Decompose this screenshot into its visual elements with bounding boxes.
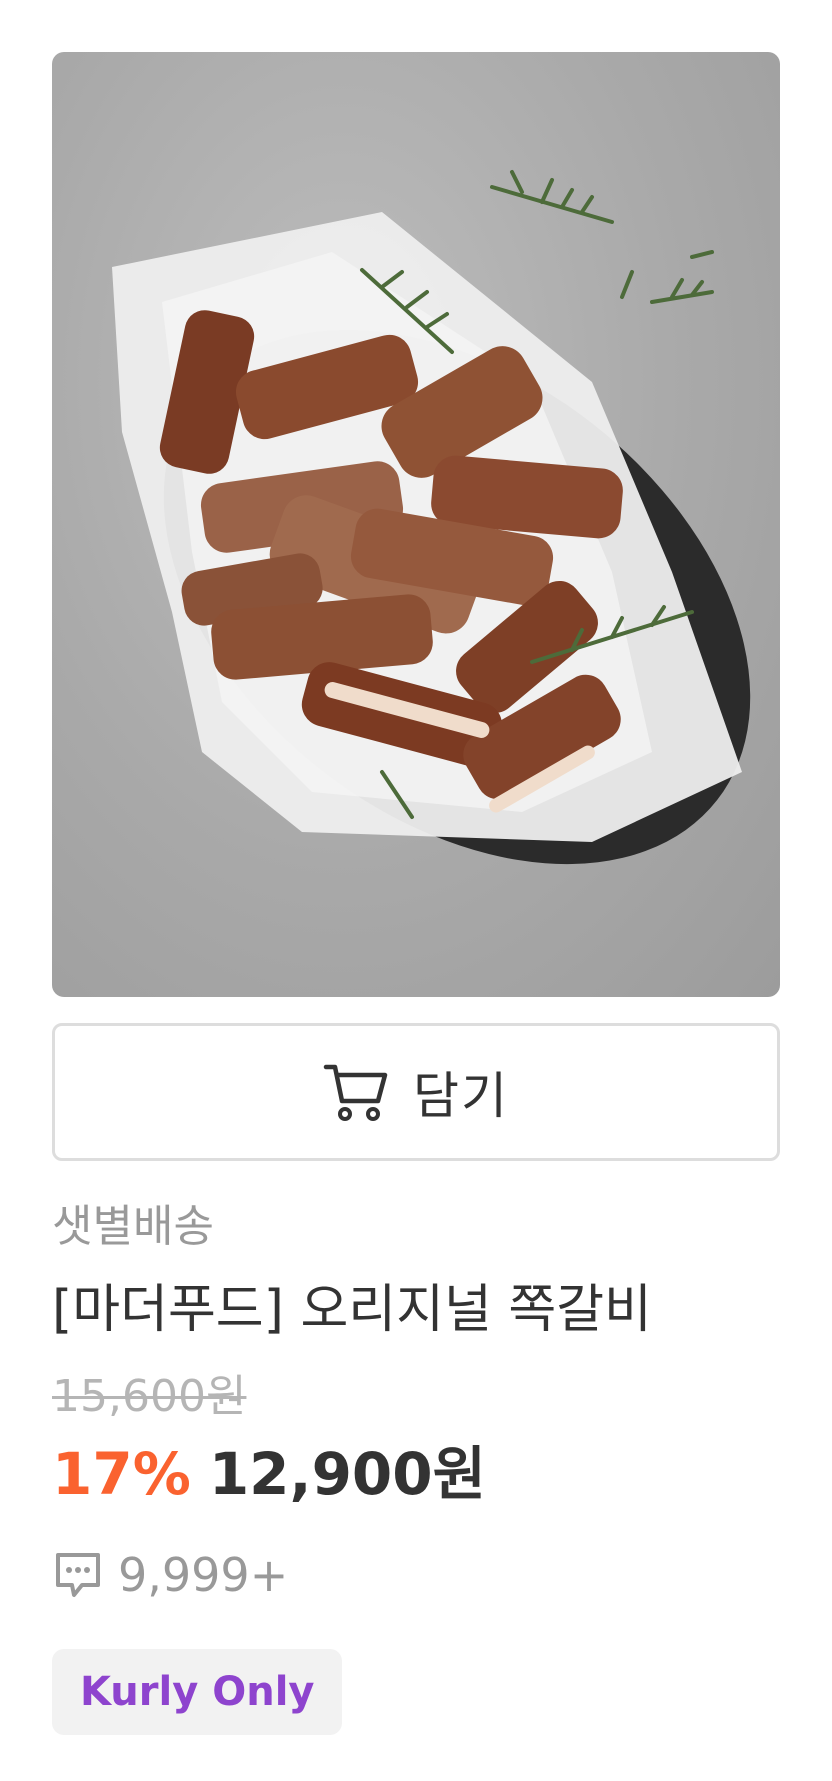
- delivery-type: 샛별배송: [52, 1201, 214, 1252]
- add-to-cart-button[interactable]: 담기: [52, 1023, 780, 1161]
- speech-bubble-icon: [52, 1549, 104, 1601]
- kurly-only-badge: Kurly Only: [52, 1649, 343, 1735]
- price-row: 17% 12,900원: [52, 1439, 780, 1509]
- sale-price: 12,900원: [208, 1440, 487, 1508]
- product-image[interactable]: [52, 52, 780, 997]
- product-photo: [112, 170, 751, 865]
- cart-button-label: 담기: [413, 1067, 509, 1125]
- product-card[interactable]: 담기 샛별배송 [마더푸드] 오리지널 쪽갈비 15,600원 17% 12,9…: [52, 52, 780, 1735]
- cart-icon: [323, 1061, 389, 1123]
- product-title[interactable]: [마더푸드] 오리지널 쪽갈비: [52, 1277, 780, 1343]
- discount-rate: 17%: [52, 1440, 191, 1508]
- review-count: 9,999+: [118, 1548, 289, 1602]
- review-count-row: 9,999+: [52, 1547, 780, 1603]
- original-price: 15,600원: [52, 1371, 247, 1422]
